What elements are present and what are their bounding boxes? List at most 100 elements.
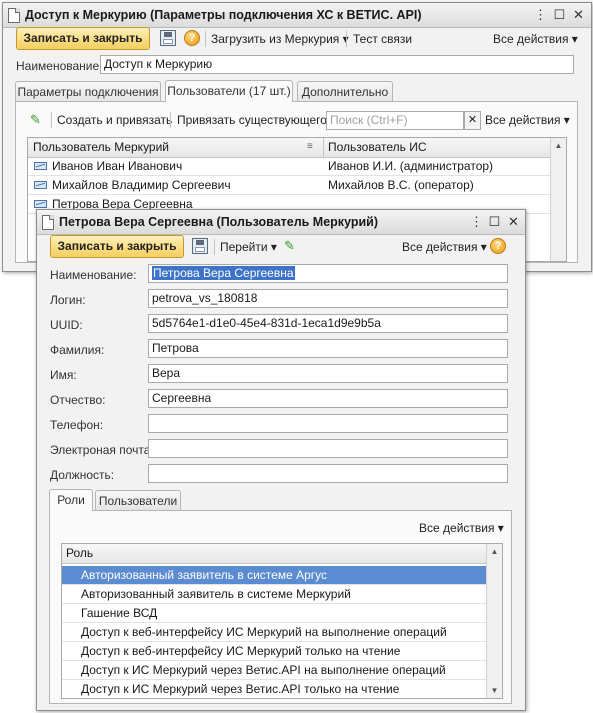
table-header: Роль [62, 544, 502, 564]
surname-label: Фамилия: [50, 343, 105, 357]
toolbar-separator [214, 239, 215, 255]
mercury-user-icon [34, 181, 47, 189]
row-is-user: Иванов И.И. (администратор) [328, 159, 494, 173]
tab-users[interactable]: Пользователи [95, 490, 181, 511]
table-row[interactable]: Иванов Иван Иванович Иванов И.И. (админи… [28, 157, 552, 176]
table-row[interactable]: Доступ к ИС Меркурий через Ветис.API тол… [62, 680, 488, 698]
name-field[interactable]: Доступ к Меркурию [100, 55, 574, 74]
column-header-role[interactable]: Роль [66, 544, 93, 563]
roles-panel: Все действия ▾ Роль Авторизованный заяви… [49, 510, 512, 704]
table-row[interactable]: Гашение ВСД [62, 604, 488, 623]
uuid-field[interactable]: 5d5764e1-d1e0-45e4-831d-1eca1d9e9b5a [148, 314, 508, 333]
table-row[interactable]: Доступ к ИС Меркурий через Ветис.API на … [62, 661, 488, 680]
sort-icon: ≡ [307, 141, 313, 152]
front-window-title: Петрова Вера Сергеевна (Пользователь Мер… [59, 215, 379, 229]
edit-pencil-icon[interactable]: ✎ [284, 238, 295, 254]
window-menu-icon[interactable]: ⋮ [533, 7, 548, 22]
patronymic-field[interactable]: Сергеевна [148, 389, 508, 408]
role-name: Авторизованный заявитель в системе Мерку… [81, 587, 351, 601]
scroll-down-icon[interactable]: ▼ [487, 683, 502, 698]
table-header: Пользователь Меркурий ≡ Пользователь ИС [28, 138, 566, 158]
toolbar-separator [346, 31, 347, 47]
email-label: Электроная почта: [50, 443, 154, 457]
front-window-titlebar[interactable]: Петрова Вера Сергеевна (Пользователь Мер… [37, 210, 525, 235]
name-value: Петрова Вера Сергеевна [152, 266, 295, 280]
role-name: Доступ к ИС Меркурий через Ветис.API тол… [81, 682, 400, 696]
tab-additional[interactable]: Дополнительно [297, 81, 393, 102]
goto-button[interactable]: Перейти ▾ [220, 240, 277, 254]
role-name: Доступ к веб-интерфейсу ИС Меркурий толь… [81, 644, 401, 658]
surname-field[interactable]: Петрова [148, 339, 508, 358]
phone-label: Телефон: [50, 418, 104, 432]
roles-table: Роль Авторизованный заявитель в системе … [61, 543, 503, 699]
back-window-title: Доступ к Меркурию (Параметры подключения… [25, 8, 422, 22]
role-name: Авторизованный заявитель в системе Аргус [81, 568, 327, 582]
name-field[interactable]: Петрова Вера Сергеевна [148, 264, 508, 283]
close-icon[interactable]: ✕ [506, 214, 521, 229]
role-name: Доступ к веб-интерфейсу ИС Меркурий на в… [81, 625, 447, 639]
test-connection-button[interactable]: Тест связи [353, 32, 412, 46]
save-icon[interactable] [192, 238, 208, 254]
create-bind-button[interactable]: Создать и привязать [57, 113, 172, 127]
uuid-label: UUID: [50, 318, 83, 332]
patronymic-label: Отчество: [50, 393, 106, 407]
roles-all-actions-button[interactable]: Все действия ▾ [419, 521, 504, 535]
mercury-user-icon [34, 200, 47, 208]
help-icon[interactable]: ? [490, 238, 506, 254]
toolbar-separator [170, 112, 171, 128]
toolbar-separator [205, 31, 206, 47]
close-icon[interactable]: ✕ [571, 7, 586, 22]
table-row[interactable]: Михайлов Владимир Сергеевич Михайлов В.С… [28, 176, 552, 195]
maximize-icon[interactable]: ☐ [487, 214, 502, 229]
save-close-button[interactable]: Записать и закрыть [16, 27, 150, 50]
row-mercury-user: Иванов Иван Иванович [52, 159, 183, 173]
search-input[interactable]: Поиск (Ctrl+F) [326, 111, 464, 130]
window-menu-icon[interactable]: ⋮ [469, 214, 484, 229]
front-window: Петрова Вера Сергеевна (Пользователь Мер… [36, 209, 526, 711]
toolbar-separator [51, 112, 52, 128]
roles-scrollbar[interactable]: ▲ ▼ [486, 544, 502, 698]
first-name-field[interactable]: Вера [148, 364, 508, 383]
table-row[interactable]: Доступ к веб-интерфейсу ИС Меркурий толь… [62, 642, 488, 661]
table-row[interactable]: Доступ к веб-интерфейсу ИС Меркурий на в… [62, 623, 488, 642]
save-icon[interactable] [160, 30, 176, 46]
load-from-mercury-button[interactable]: Загрузить из Меркурия ▾ [211, 32, 349, 46]
column-header-is[interactable]: Пользователь ИС [328, 138, 427, 157]
users-all-actions-button[interactable]: Все действия ▾ [485, 113, 570, 127]
mercury-user-icon [34, 162, 47, 170]
email-field[interactable] [148, 439, 508, 458]
maximize-icon[interactable]: ☐ [552, 7, 567, 22]
all-actions-button[interactable]: Все действия ▾ [402, 240, 487, 254]
help-icon[interactable]: ? [184, 30, 200, 46]
table-row[interactable]: Авторизованный заявитель в системе Аргус [62, 566, 488, 585]
login-field[interactable]: petrova_vs_180818 [148, 289, 508, 308]
name-label: Наименование: [50, 268, 137, 282]
role-name: Гашение ВСД [81, 606, 158, 620]
position-field[interactable] [148, 464, 508, 483]
first-name-label: Имя: [50, 368, 77, 382]
table-scrollbar[interactable]: ▲ [550, 138, 566, 261]
document-icon [42, 215, 54, 230]
scroll-up-icon[interactable]: ▲ [487, 544, 502, 559]
role-name: Доступ к ИС Меркурий через Ветис.API на … [81, 663, 446, 677]
row-is-user: Михайлов В.С. (оператор) [328, 178, 474, 192]
column-header-mercury[interactable]: Пользователь Меркурий [33, 138, 169, 157]
tab-users[interactable]: Пользователи (17 шт.) [165, 80, 293, 102]
login-label: Логин: [50, 293, 86, 307]
column-divider [323, 138, 324, 157]
position-label: Должность: [50, 468, 115, 482]
row-mercury-user: Михайлов Владимир Сергеевич [52, 178, 231, 192]
edit-pencil-icon[interactable]: ✎ [30, 112, 41, 128]
bind-existing-button[interactable]: Привязать существующего [177, 113, 327, 127]
document-icon [8, 8, 20, 23]
all-actions-button[interactable]: Все действия ▾ [493, 32, 578, 46]
tab-roles[interactable]: Роли [49, 489, 93, 511]
save-close-button[interactable]: Записать и закрыть [50, 235, 184, 258]
back-window-titlebar[interactable]: Доступ к Меркурию (Параметры подключения… [3, 3, 591, 28]
clear-search-icon[interactable]: ✕ [464, 111, 481, 130]
phone-field[interactable] [148, 414, 508, 433]
scroll-up-icon[interactable]: ▲ [551, 138, 566, 153]
tab-connection-params[interactable]: Параметры подключения [15, 81, 161, 102]
name-label: Наименование: [16, 59, 103, 73]
table-row[interactable]: Авторизованный заявитель в системе Мерку… [62, 585, 488, 604]
